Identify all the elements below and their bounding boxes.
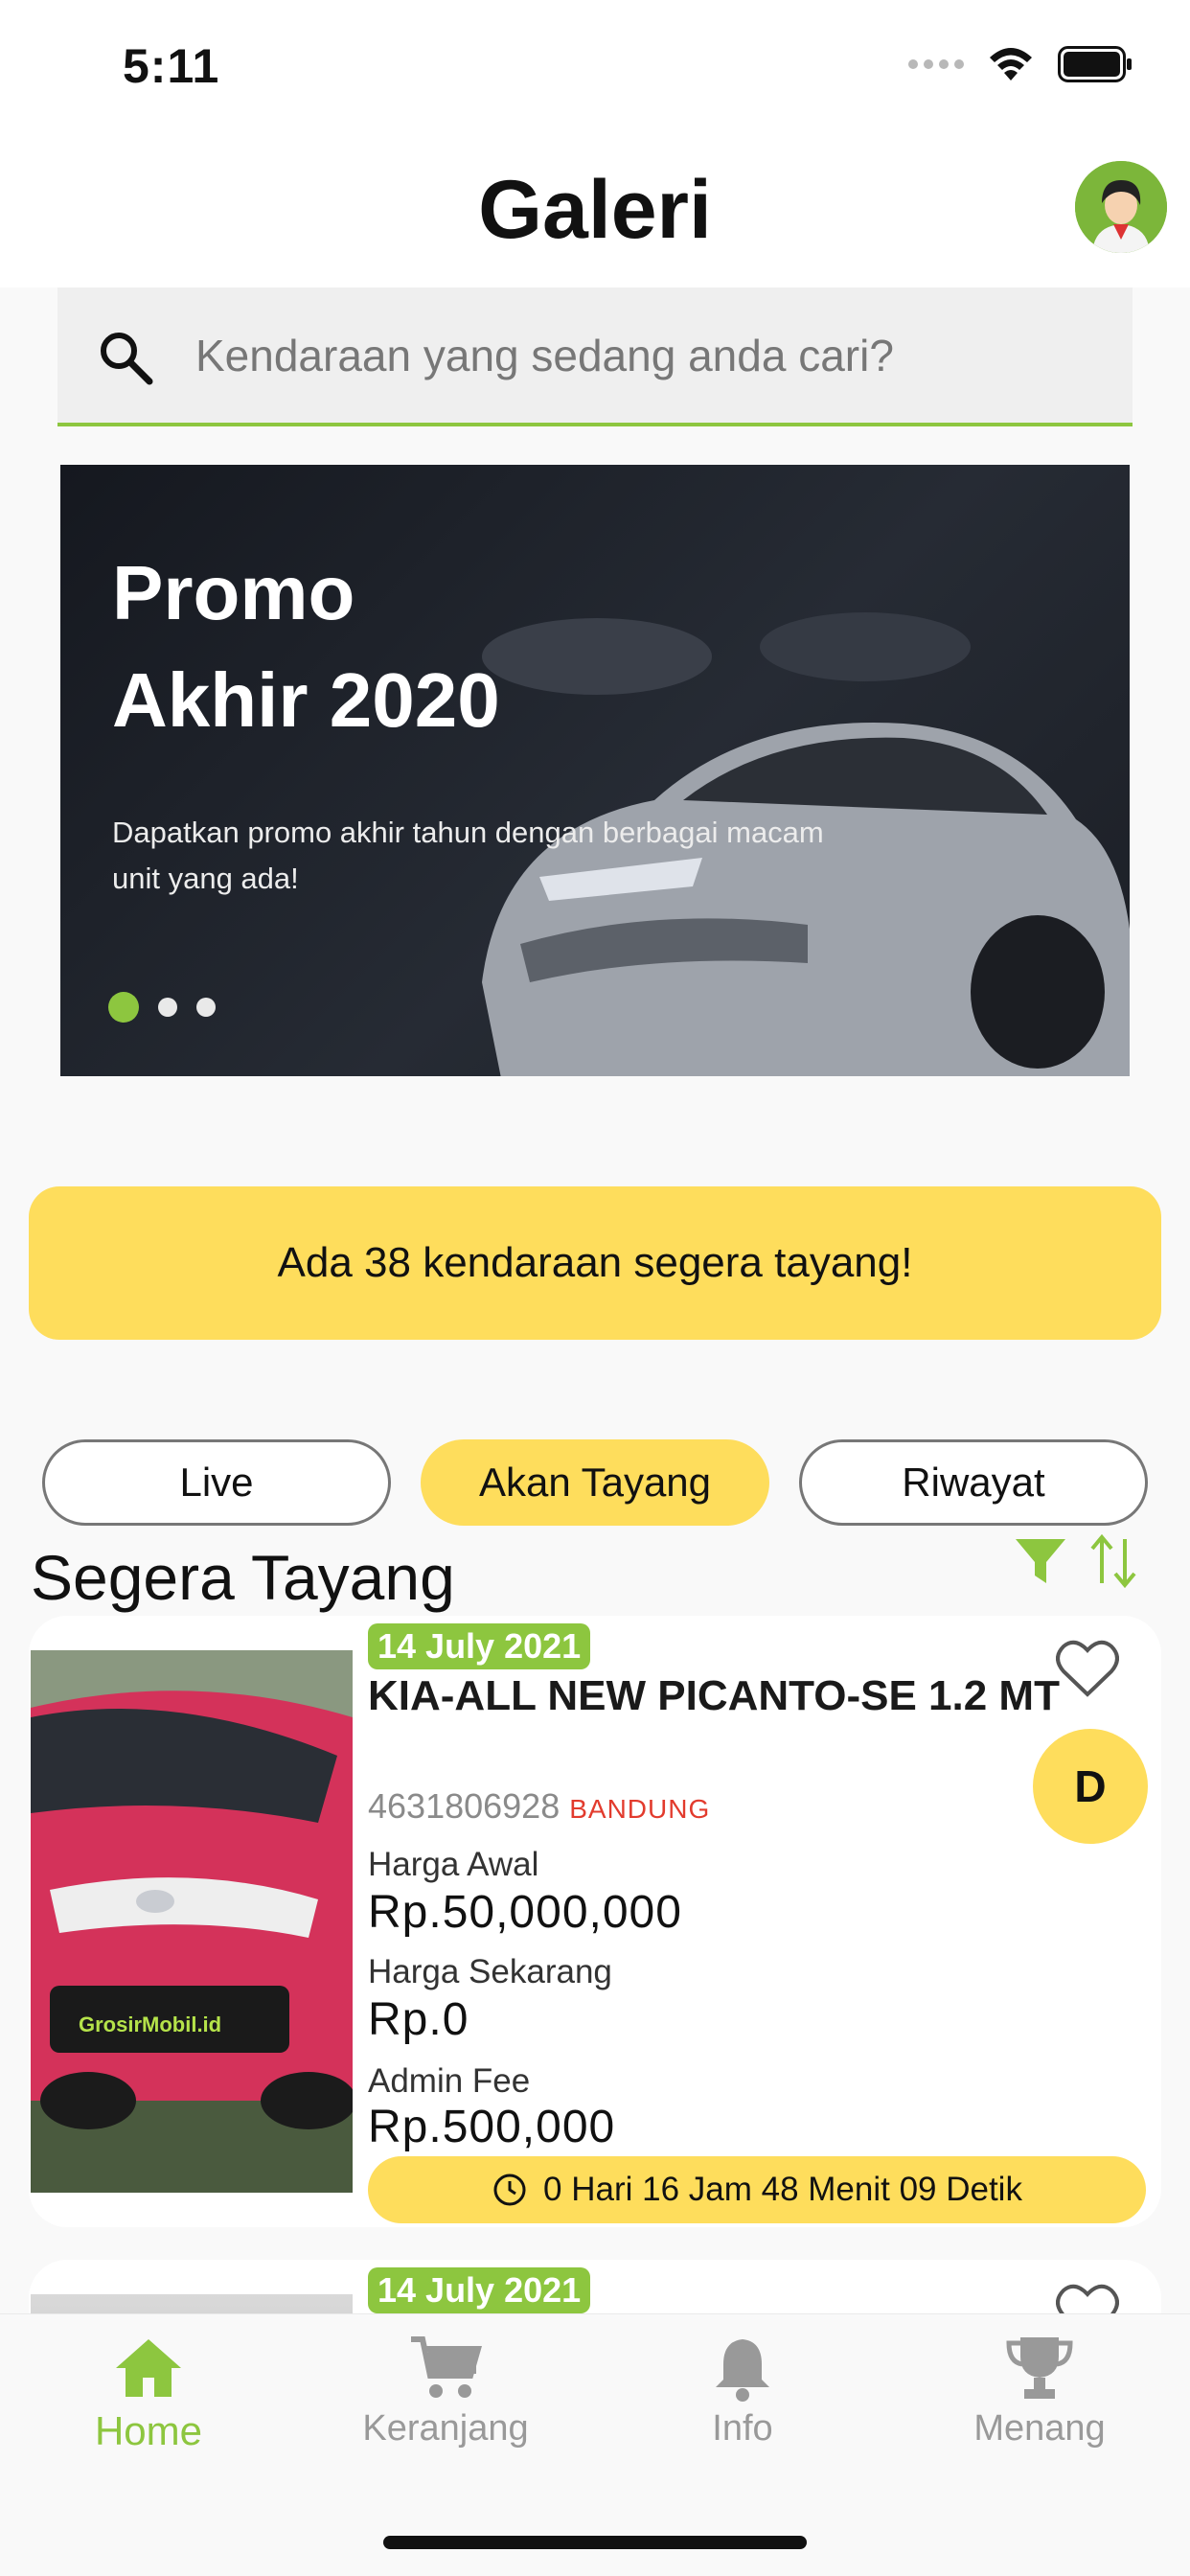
countdown-text: 0 Hari 16 Jam 48 Menit 09 Detik (543, 2171, 1022, 2208)
avatar[interactable] (1075, 161, 1167, 253)
tab-bar: Live Akan Tayang Riwayat (42, 1439, 1148, 1526)
banner-title-line1: Promo (112, 550, 355, 635)
cellular-signal-icon (908, 59, 964, 69)
nav-menang[interactable]: Menang (925, 2334, 1155, 2477)
search-icon (101, 333, 153, 385)
tab-riwayat[interactable]: Riwayat (799, 1439, 1148, 1526)
admin-fee-label: Admin Fee (368, 2062, 531, 2100)
carousel-dots (108, 992, 216, 1023)
listing-card[interactable]: GrosirMobil.id 14 July 2021 KIA-ALL NEW … (29, 1616, 1161, 2227)
home-indicator (383, 2536, 807, 2549)
section-title: Segera Tayang (31, 1542, 455, 1613)
wifi-icon (990, 48, 1032, 80)
cart-icon (411, 2336, 482, 2398)
promo-banner[interactable]: Promo Akhir 2020 Dapatkan promo akhir ta… (60, 465, 1130, 1076)
tab-live[interactable]: Live (42, 1439, 391, 1526)
filter-icon[interactable] (1014, 1535, 1067, 1589)
user-avatar-icon (1075, 161, 1167, 253)
carousel-dot[interactable] (196, 998, 216, 1017)
page-title: Galeri (478, 164, 712, 256)
harga-awal-label: Harga Awal (368, 1846, 539, 1883)
admin-fee-value: Rp.500,000 (368, 2102, 616, 2152)
carousel-dot-active[interactable] (108, 992, 139, 1023)
upcoming-notice: Ada 38 kendaraan segera tayang! (29, 1186, 1161, 1340)
vehicle-photo: GrosirMobil.id (31, 1650, 353, 2193)
countdown-bar: 0 Hari 16 Jam 48 Menit 09 Detik (368, 2156, 1146, 2223)
listing-location: BANDUNG (569, 1794, 711, 1824)
vehicle-photo-watermark: GrosirMobil.id (79, 2012, 222, 2036)
banner-car-image (482, 612, 1130, 1076)
nav-keranjang-label: Keranjang (362, 2408, 529, 2449)
battery-icon (1058, 46, 1132, 82)
nav-home-label: Home (94, 2408, 203, 2453)
trophy-icon (1006, 2337, 1073, 2399)
home-icon (116, 2339, 181, 2397)
app-header: Galeri (0, 134, 1190, 288)
clock-icon (493, 2174, 526, 2206)
search-bar (57, 288, 1133, 426)
status-icons (908, 46, 1133, 82)
app-root: 5:11 Galeri Kendaraan yang sedang anda c… (0, 0, 1190, 2576)
search-input[interactable] (195, 288, 1106, 423)
nav-info-label: Info (712, 2408, 773, 2449)
harga-awal-value: Rp.50,000,000 (368, 1887, 682, 1938)
carousel-dot[interactable] (158, 998, 177, 1017)
vehicle-photo-car (31, 1650, 353, 2193)
bell-icon (716, 2339, 769, 2402)
harga-sekarang-label: Harga Sekarang (368, 1953, 612, 1990)
nav-home[interactable]: Home (34, 2334, 263, 2477)
banner-title: Promo Akhir 2020 (112, 540, 500, 754)
harga-sekarang-value: Rp.0 (368, 1994, 469, 2045)
grade-badge: D (1033, 1729, 1148, 1844)
nav-keranjang[interactable]: Keranjang (331, 2334, 561, 2477)
sort-icon[interactable] (1088, 1533, 1138, 1589)
banner-description: Dapatkan promo akhir tahun dengan berbag… (112, 816, 824, 895)
nav-info[interactable]: Info (628, 2334, 858, 2477)
status-time: 5:11 (123, 39, 220, 93)
listing-date-badge: 14 July 2021 (368, 2267, 591, 2313)
nav-menang-label: Menang (973, 2408, 1106, 2449)
status-bar: 5:11 (0, 0, 1190, 134)
listing-id-line: 4631806928 BANDUNG (368, 1786, 710, 1827)
tab-akan-tayang[interactable]: Akan Tayang (421, 1439, 769, 1526)
listing-id: 4631806928 (368, 1786, 561, 1826)
listing-date-badge: 14 July 2021 (368, 1623, 591, 1669)
listing-title: KIA-ALL NEW PICANTO-SE 1.2 MT (368, 1672, 1060, 1719)
banner-title-line2: Akhir 2020 (112, 657, 500, 743)
